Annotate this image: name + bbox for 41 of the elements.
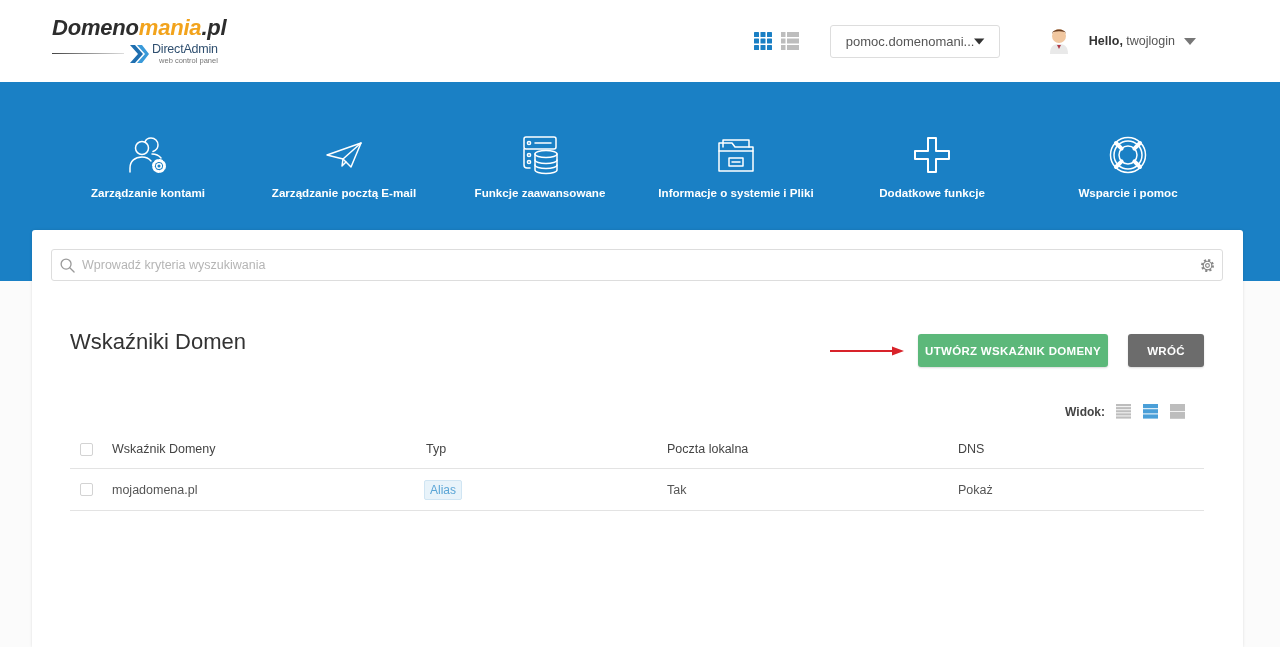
nav-item[interactable]: Zarządzanie kontami [50,135,246,199]
large-view-icon[interactable] [1170,404,1185,419]
column-header: Poczta lokalna [667,442,750,456]
compact-view-icon[interactable] [1116,404,1131,419]
nav-item[interactable]: Funkcje zaawansowane [442,135,638,199]
normal-view-icon[interactable] [1143,404,1158,419]
settings-icon[interactable] [1200,258,1215,273]
column-header: DNS [958,442,986,456]
server-icon [520,135,560,175]
caret-icon [974,37,985,45]
nav-item[interactable]: Dodatkowe funkcje [834,135,1030,199]
directadmin-logo-text: DirectAdmin [152,42,218,56]
user-menu[interactable]: Hello, twojlogin [1088,34,1196,48]
chevron-logo-icon [128,42,150,65]
plus-icon [912,135,952,175]
create-button[interactable]: UTWÓRZ WSKAŹNIK DOMENY [918,334,1108,367]
table-cell: mojadomena.pl [112,482,198,497]
back-button[interactable]: WRÓĆ [1128,334,1204,367]
table-cell: Tak [667,482,687,497]
arrow-icon [830,345,904,356]
users-gear-icon [128,135,168,175]
nav-item[interactable]: Wsparcie i pomoc [1030,135,1226,199]
grid-icon[interactable] [753,32,772,50]
table-cell: Pokaż [958,482,993,497]
search-field[interactable]: Wprowadź kryteria wyszukiwania [51,249,1223,281]
logo-wordmark: Domenomania.pl [52,15,227,41]
view-label: Widok: [1065,404,1105,419]
lifebuoy-icon [1108,135,1148,175]
nav-item[interactable]: Zarządzanie pocztą E-mail [246,135,442,199]
caret-icon [1184,37,1196,45]
page-title: Wskaźniki Domen [70,328,247,356]
list-icon[interactable] [780,32,799,50]
nav-item[interactable]: Informacje o systemie i Pliki [638,135,834,199]
column-header: Wskaźnik Domeny [112,442,217,456]
type-badge: Alias [424,479,462,500]
domain-select[interactable]: pomoc.domenomani... [829,24,1000,58]
search-icon [60,258,75,273]
avatar-icon [1048,28,1069,54]
column-header: Typ [426,442,448,456]
row-checkbox[interactable] [80,483,93,496]
select-all-checkbox[interactable] [80,442,93,456]
